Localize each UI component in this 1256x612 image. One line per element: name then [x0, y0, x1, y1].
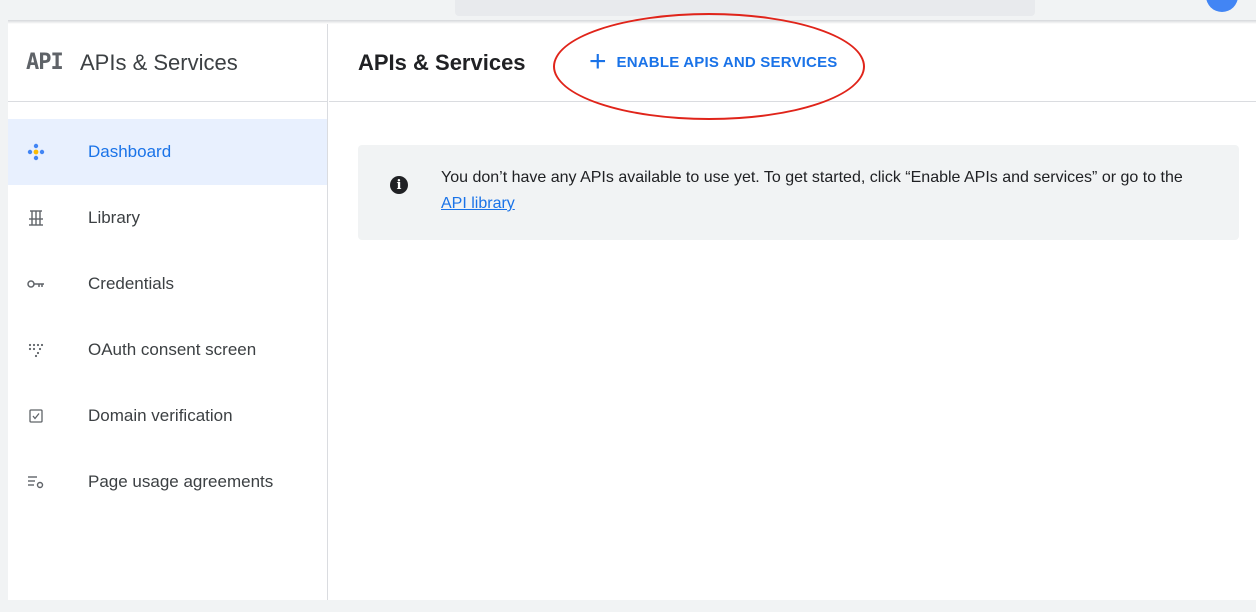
bottom-strip: [0, 600, 1256, 612]
sidebar-item-dashboard[interactable]: Dashboard: [8, 119, 327, 185]
sidebar-item-label: OAuth consent screen: [88, 340, 257, 359]
info-icon: i: [390, 176, 408, 194]
plus-icon: +: [589, 45, 607, 78]
page-title: APIs & Services: [358, 49, 526, 75]
sidebar-nav: Dashboard Library Credentials OAuth cons…: [8, 102, 327, 515]
api-library-link[interactable]: API library: [441, 195, 515, 212]
sidebar-header: API APIs & Services: [8, 24, 327, 102]
top-bar: [0, 0, 1256, 20]
enable-apis-label: ENABLE APIS AND SERVICES: [616, 53, 838, 71]
settings-list-icon: [24, 470, 48, 494]
banner-message: You don’t have any APIs available to use…: [441, 165, 1231, 217]
sidebar: API APIs & Services Dashboard Library Cr…: [8, 24, 328, 600]
search-bar[interactable]: [455, 0, 1035, 16]
sidebar-item-label: Library: [88, 208, 140, 227]
key-icon: [24, 272, 48, 296]
banner-text: You don’t have any APIs available to use…: [441, 169, 1183, 186]
api-logo: API: [26, 50, 64, 75]
sidebar-item-label: Domain verification: [88, 406, 233, 425]
info-banner: i You don’t have any APIs available to u…: [358, 145, 1239, 240]
enable-apis-button[interactable]: + ENABLE APIS AND SERVICES: [589, 45, 838, 78]
sidebar-item-page-usage[interactable]: Page usage agreements: [8, 449, 327, 515]
sidebar-item-label: Page usage agreements: [88, 472, 274, 491]
library-grid-icon: [24, 206, 48, 230]
dashboard-diamond-icon: [24, 140, 48, 164]
sidebar-title: APIs & Services: [80, 49, 238, 75]
checkbox-icon: [24, 404, 48, 428]
sidebar-item-label: Credentials: [88, 274, 174, 293]
avatar[interactable]: [1206, 0, 1238, 12]
sidebar-item-oauth-consent[interactable]: OAuth consent screen: [8, 317, 327, 383]
dots-grid-icon: [24, 338, 48, 362]
sidebar-item-library[interactable]: Library: [8, 185, 327, 251]
main-header: APIs & Services + ENABLE APIS AND SERVIC…: [329, 24, 1256, 102]
left-margin: [0, 20, 8, 612]
sidebar-item-label: Dashboard: [88, 142, 172, 161]
sidebar-item-credentials[interactable]: Credentials: [8, 251, 327, 317]
sidebar-item-domain-verification[interactable]: Domain verification: [8, 383, 327, 449]
